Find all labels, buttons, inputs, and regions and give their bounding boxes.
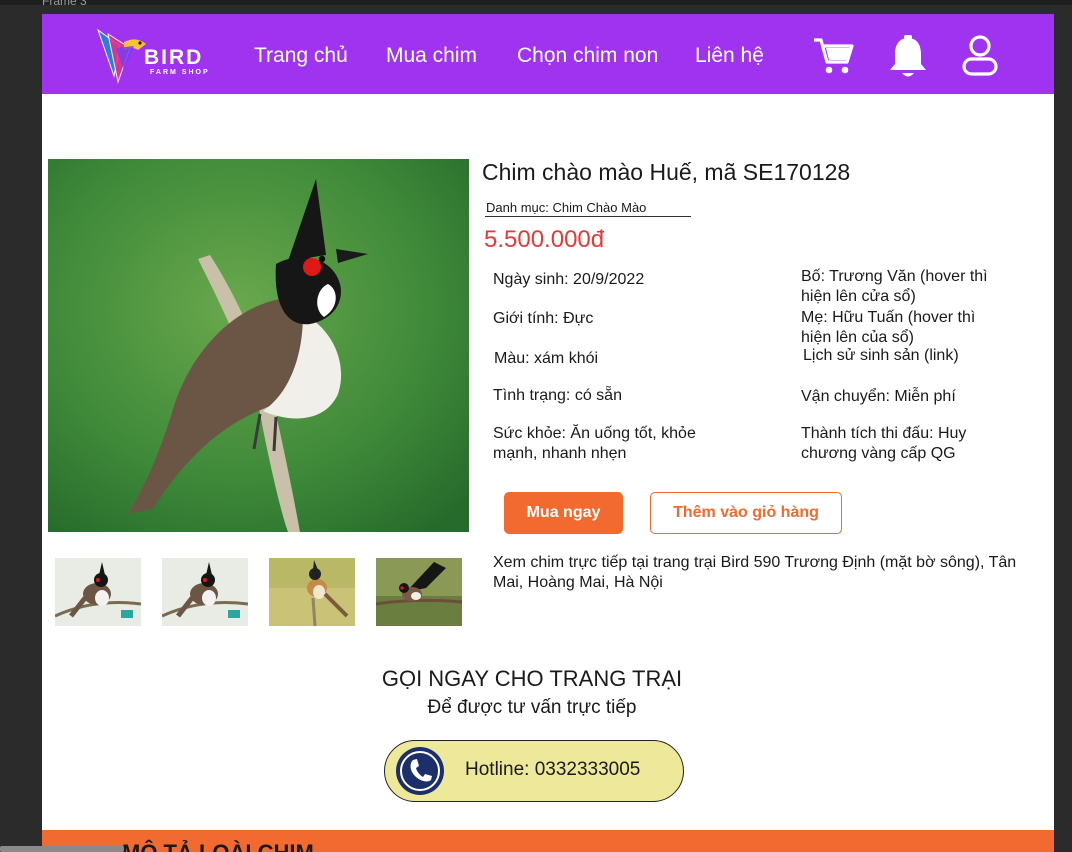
navbar: BIRD FARM SHOP Trang chủ Mua chim Chọn c… (42, 14, 1054, 94)
brand-logo[interactable]: BIRD FARM SHOP (94, 24, 224, 86)
spec-gender: Giới tính: Đực (493, 310, 594, 327)
spec-achievement: Thành tích thi đấu: Huy chương vàng cấp … (801, 425, 967, 462)
hotline-text: Hotline: 0332333005 (465, 759, 641, 780)
call-farm-heading: GỌI NGAY CHO TRANG TRẠI (381, 666, 683, 691)
bell-icon[interactable] (887, 34, 929, 87)
nav-item-choose-chicks[interactable]: Chọn chim non (517, 44, 658, 68)
frame-label: Frame 3 (42, 0, 87, 8)
spec-status: Tình trạng: có sẵn (493, 387, 622, 404)
user-icon[interactable] (960, 34, 1000, 83)
call-farm-subheading: Để được tư vấn trực tiếp (427, 697, 637, 718)
cart-icon[interactable] (812, 36, 856, 81)
thumbnail-1[interactable] (55, 558, 141, 626)
thumbnail-3[interactable] (269, 558, 355, 626)
spec-color: Màu: xám khói (494, 350, 599, 367)
nav-item-buy-birds[interactable]: Mua chim (386, 44, 477, 68)
description-section-header: MÔ TẢ LOÀI CHIM (42, 830, 1054, 852)
spec-birth-date: Ngày sinh: 20/9/2022 (493, 271, 645, 288)
product-title: Chim chào mào Huế, mã SE170128 (482, 159, 851, 185)
nav-item-contact[interactable]: Liên hệ (695, 44, 764, 68)
spec-shipping: Vận chuyển: Miễn phí (801, 388, 956, 405)
product-price: 5.500.000đ (484, 226, 605, 253)
horizontal-scrollbar[interactable] (0, 846, 124, 852)
spec-health: Sức khỏe: Ăn uống tốt, khỏe mạnh, nhanh … (493, 425, 696, 462)
phone-icon (393, 746, 447, 801)
add-to-cart-button[interactable]: Thêm vào giỏ hàng (650, 492, 842, 534)
hotline-button[interactable]: Hotline: 0332333005 (384, 740, 684, 802)
window-top-strip (0, 0, 1072, 5)
thumbnail-2[interactable] (162, 558, 248, 626)
product-category-link[interactable]: Danh mục: Chim Chào Mào (485, 200, 691, 217)
description-title: MÔ TẢ LOÀI CHIM (122, 840, 314, 852)
thumbnail-4[interactable] (376, 558, 462, 626)
brand-subtitle: FARM SHOP (150, 69, 210, 76)
main-product-image[interactable] (48, 159, 469, 532)
visit-farm-note: Xem chim trực tiếp tại trang trại Bird 5… (493, 554, 1017, 591)
nav-item-home[interactable]: Trang chủ (254, 44, 348, 68)
breeding-history-link[interactable]: Lịch sử sinh sản (link) (803, 346, 1013, 366)
buy-now-button[interactable]: Mua ngay (504, 492, 623, 534)
brand-name: BIRD (144, 46, 204, 69)
page-frame: BIRD FARM SHOP Trang chủ Mua chim Chọn c… (42, 14, 1054, 852)
spec-mother[interactable]: Mẹ: Hữu Tuấn (hover thì hiện lên của sổ) (801, 308, 1007, 348)
spec-father[interactable]: Bố: Trương Văn (hover thì hiện lên cửa s… (801, 267, 997, 307)
